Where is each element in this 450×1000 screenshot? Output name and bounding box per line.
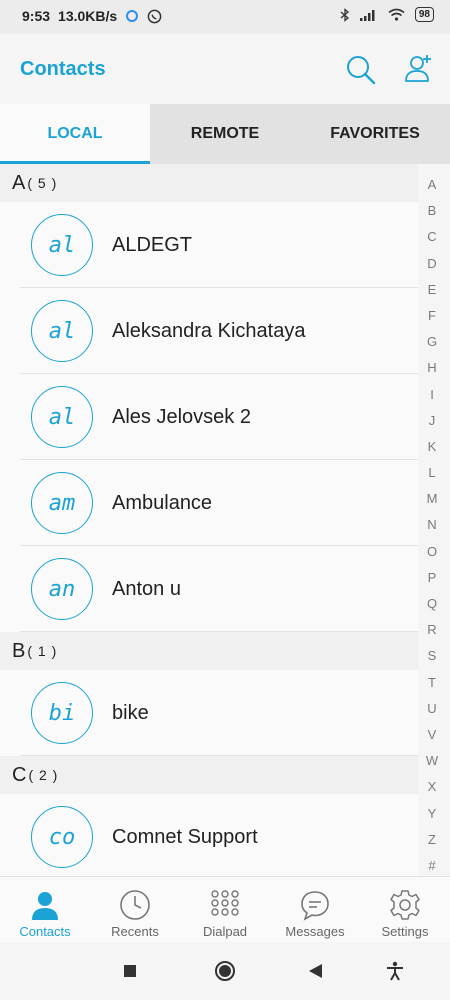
contact-row[interactable]: al ALDEGT <box>0 202 418 288</box>
dialpad-icon <box>211 890 239 916</box>
nav-label: Settings <box>381 924 429 939</box>
index-letter[interactable]: M <box>427 486 438 512</box>
signal-icon <box>359 10 375 21</box>
section-letter: A <box>12 171 26 194</box>
avatar: am <box>31 472 93 534</box>
recent-apps-icon[interactable] <box>119 960 141 982</box>
system-nav-bar <box>0 942 450 1000</box>
section-count: ( 2 ) <box>28 767 59 783</box>
nav-contacts[interactable]: Contacts <box>0 877 90 943</box>
clock-icon <box>120 890 150 920</box>
contact-row[interactable]: an Anton u <box>0 546 418 632</box>
nav-messages[interactable]: Messages <box>270 877 360 943</box>
index-letter[interactable]: Z <box>428 827 436 853</box>
person-icon <box>32 892 58 920</box>
index-letter[interactable]: O <box>427 539 437 565</box>
nav-label: Contacts <box>19 924 71 939</box>
index-letter[interactable]: X <box>428 774 437 800</box>
contact-row[interactable]: bi bike <box>0 670 418 756</box>
back-icon[interactable] <box>305 960 327 982</box>
index-letter[interactable]: F <box>428 303 436 329</box>
index-letter[interactable]: D <box>427 251 436 277</box>
contact-row[interactable]: co Comnet Support <box>0 794 418 876</box>
section-count: ( 1 ) <box>27 643 58 659</box>
battery-indicator: 98 <box>414 7 434 22</box>
section-header-b: B( 1 ) <box>0 632 418 670</box>
tab-local[interactable]: LOCAL <box>0 104 150 164</box>
nav-settings[interactable]: Settings <box>360 877 450 943</box>
contact-row[interactable]: am Ambulance <box>0 460 418 546</box>
add-contact-icon[interactable] <box>402 52 436 86</box>
gear-icon <box>390 890 420 920</box>
nav-label: Recents <box>111 924 159 939</box>
index-letter[interactable]: S <box>428 643 437 669</box>
bluetooth-icon <box>340 7 349 22</box>
search-icon[interactable] <box>343 52 377 86</box>
tab-favorites[interactable]: FAVORITES <box>300 104 450 164</box>
contact-list[interactable]: A( 5 ) al ALDEGT al Aleksandra Kichataya… <box>0 164 418 876</box>
section-letter: B <box>12 639 26 662</box>
index-letter[interactable]: G <box>427 329 437 355</box>
section-header-a: A( 5 ) <box>0 164 418 202</box>
index-letter[interactable]: C <box>427 224 436 250</box>
contact-name: Anton u <box>112 577 181 600</box>
index-letter[interactable]: W <box>426 748 438 774</box>
status-right: 98 <box>340 7 434 22</box>
contact-tabs: LOCAL REMOTE FAVORITES <box>0 104 450 164</box>
contact-name: ALDEGT <box>112 233 193 256</box>
page-title: Contacts <box>20 58 106 80</box>
index-letter[interactable]: N <box>427 512 436 538</box>
status-left: 9:53 13.0KB/s <box>22 8 162 24</box>
nav-recents[interactable]: Recents <box>90 877 180 943</box>
status-bar: 9:53 13.0KB/s 98 <box>0 0 450 34</box>
sync-icon <box>126 10 139 22</box>
app-header: Contacts <box>0 34 450 104</box>
index-letter[interactable]: Q <box>427 591 437 617</box>
avatar: co <box>31 806 93 868</box>
accessibility-icon[interactable] <box>384 960 406 982</box>
home-icon[interactable] <box>214 960 236 982</box>
section-header-c: C( 2 ) <box>0 756 418 794</box>
index-letter[interactable]: I <box>430 382 434 408</box>
contact-name: Ales Jelovsek 2 <box>112 405 251 428</box>
contact-name: Ambulance <box>112 491 213 514</box>
status-speed: 13.0KB/s <box>58 8 118 24</box>
index-letter[interactable]: T <box>428 670 436 696</box>
contact-row[interactable]: al Aleksandra Kichataya <box>0 288 418 374</box>
avatar: an <box>31 558 93 620</box>
contact-name: Comnet Support <box>112 825 258 848</box>
index-letter[interactable]: B <box>428 198 437 224</box>
whatsapp-icon <box>147 9 162 23</box>
contact-name: bike <box>112 701 149 724</box>
message-icon <box>301 891 329 921</box>
nav-dialpad[interactable]: Dialpad <box>180 877 270 943</box>
index-letter[interactable]: P <box>428 565 437 591</box>
index-letter[interactable]: U <box>427 696 436 722</box>
status-time: 9:53 <box>22 8 51 24</box>
wifi-icon <box>388 8 405 21</box>
avatar: bi <box>31 682 93 744</box>
section-letter: C <box>12 763 27 786</box>
index-letter[interactable]: H <box>427 355 436 381</box>
nav-label: Dialpad <box>202 924 248 939</box>
index-letter[interactable]: E <box>428 277 437 303</box>
avatar: al <box>31 214 93 276</box>
alphabet-index[interactable]: A B C D E F G H I J K L M N O P Q R S T … <box>420 172 444 879</box>
section-count: ( 5 ) <box>27 175 58 191</box>
index-letter[interactable]: V <box>428 722 437 748</box>
contact-name: Aleksandra Kichataya <box>112 319 306 342</box>
index-letter[interactable]: K <box>428 434 437 460</box>
nav-label: Messages <box>285 924 345 939</box>
avatar: al <box>31 386 93 448</box>
tab-remote[interactable]: REMOTE <box>150 104 300 164</box>
index-letter[interactable]: L <box>428 460 435 486</box>
contact-row[interactable]: al Ales Jelovsek 2 <box>0 374 418 460</box>
bottom-nav: Contacts Recents Dialpad Messages Settin… <box>0 876 450 943</box>
index-letter[interactable]: Y <box>428 801 437 827</box>
avatar: al <box>31 300 93 362</box>
index-letter[interactable]: R <box>427 617 436 643</box>
index-letter[interactable]: J <box>429 408 436 434</box>
index-letter[interactable]: A <box>428 172 437 198</box>
